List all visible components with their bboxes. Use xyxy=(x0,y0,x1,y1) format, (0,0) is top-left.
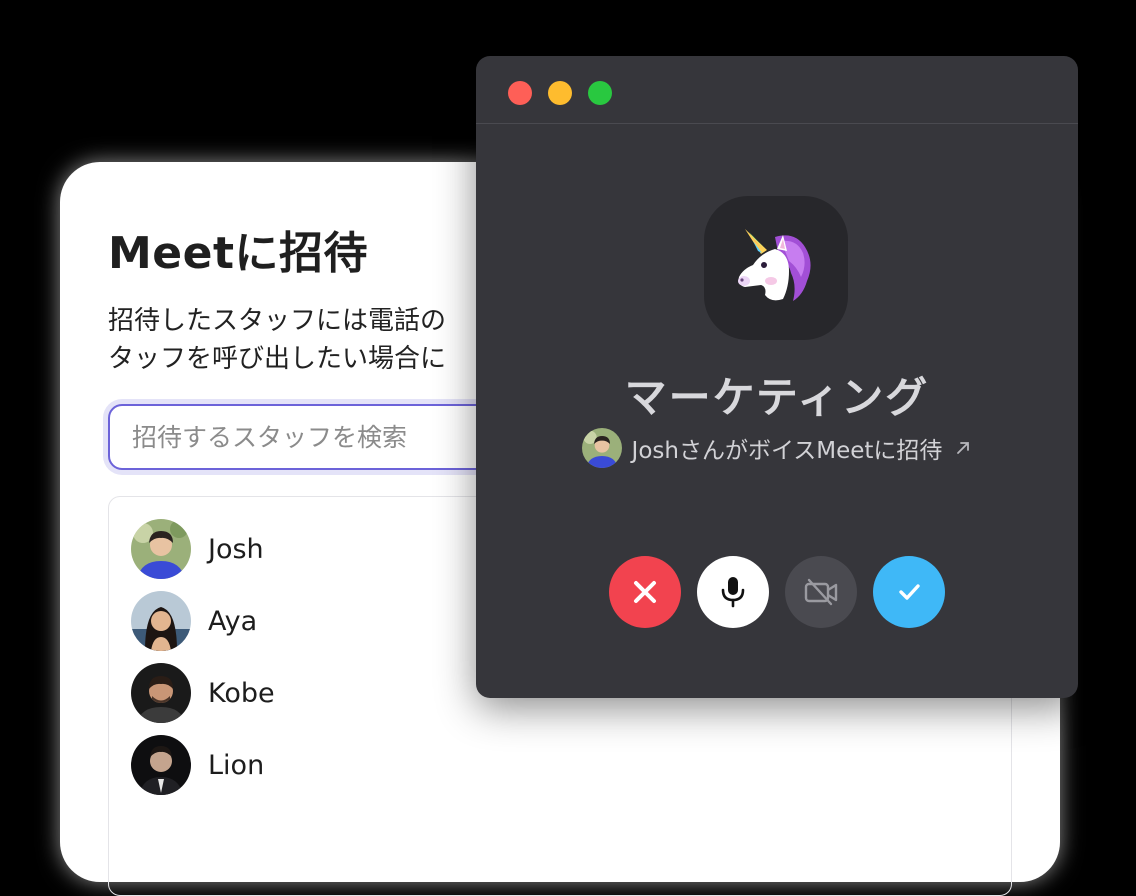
video-off-icon xyxy=(804,578,838,606)
invite-text: JoshさんがボイスMeetに招待 xyxy=(631,438,943,464)
call-controls xyxy=(476,556,1078,628)
incoming-call-window: マーケティング JoshさんがボイスMeetに招待 xyxy=(476,56,1078,698)
external-link-arrow-icon xyxy=(957,442,970,454)
staff-name: Kobe xyxy=(208,677,275,709)
unicorn-icon xyxy=(738,229,811,301)
inviter-avatar xyxy=(581,428,622,468)
staff-name: Lion xyxy=(208,749,265,781)
avatar xyxy=(131,735,191,795)
group-avatar xyxy=(704,196,848,340)
window-close-button[interactable] xyxy=(508,81,532,105)
window-titlebar[interactable] xyxy=(476,56,1078,124)
staff-name: Josh xyxy=(208,533,264,565)
invite-info[interactable]: JoshさんがボイスMeetに招待 xyxy=(476,428,1078,468)
window-minimize-button[interactable] xyxy=(548,81,572,105)
window-zoom-button[interactable] xyxy=(588,81,612,105)
staff-row-lion[interactable]: Lion xyxy=(109,729,1011,801)
avatar xyxy=(131,519,191,579)
close-icon xyxy=(634,581,656,603)
avatar xyxy=(131,663,191,723)
accept-button[interactable] xyxy=(873,556,945,628)
invite-title: Meetに招待 xyxy=(108,228,369,279)
microphone-icon xyxy=(721,577,745,608)
microphone-button[interactable] xyxy=(697,556,769,628)
decline-button[interactable] xyxy=(609,556,681,628)
group-name: マーケティング xyxy=(624,373,930,422)
video-toggle-button[interactable] xyxy=(785,556,857,628)
avatar xyxy=(131,591,191,651)
staff-name: Aya xyxy=(208,605,258,637)
check-icon xyxy=(899,584,920,600)
